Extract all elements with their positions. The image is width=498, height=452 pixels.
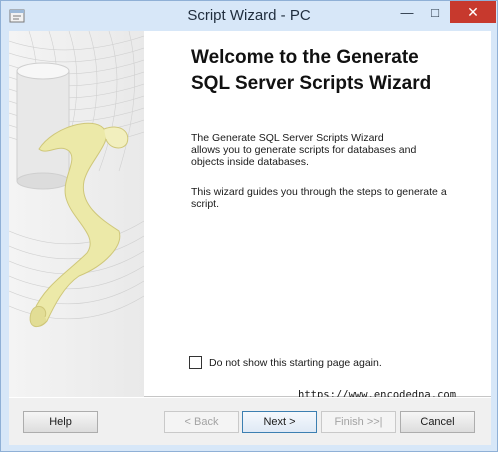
back-button[interactable]: < Back (164, 411, 239, 433)
maximize-icon[interactable]: □ (422, 1, 448, 23)
page-title-line1: Welcome to the Generate (191, 47, 419, 68)
finish-button[interactable]: Finish >>| (321, 411, 396, 433)
next-button[interactable]: Next > (242, 411, 317, 433)
database-scroll-illustration (9, 31, 144, 328)
help-button[interactable]: Help (23, 411, 98, 433)
cancel-button[interactable]: Cancel (400, 411, 475, 433)
guide-paragraph: This wizard guides you through the steps… (191, 186, 447, 210)
wizard-side-art (9, 31, 144, 397)
script-wizard-window: Script Wizard - PC — □ ✕ Welcome to the … (0, 0, 498, 452)
intro-paragraph: The Generate SQL Server Scripts Wizard a… (191, 132, 417, 168)
do-not-show-checkbox[interactable] (189, 356, 202, 369)
do-not-show-label[interactable]: Do not show this starting page again. (209, 357, 382, 369)
minimize-icon[interactable]: — (393, 1, 421, 23)
close-icon[interactable]: ✕ (450, 1, 496, 23)
wizard-content: Welcome to the Generate SQL Server Scrip… (9, 31, 491, 397)
page-title-line2: SQL Server Scripts Wizard (191, 73, 432, 94)
do-not-show-option[interactable]: Do not show this starting page again. (189, 356, 382, 369)
wizard-footer: Help < Back Next > Finish >>| Cancel (9, 397, 491, 445)
title-bar[interactable]: Script Wizard - PC — □ ✕ (1, 1, 497, 31)
page-title: Welcome to the Generate SQL Server Scrip… (191, 45, 481, 97)
